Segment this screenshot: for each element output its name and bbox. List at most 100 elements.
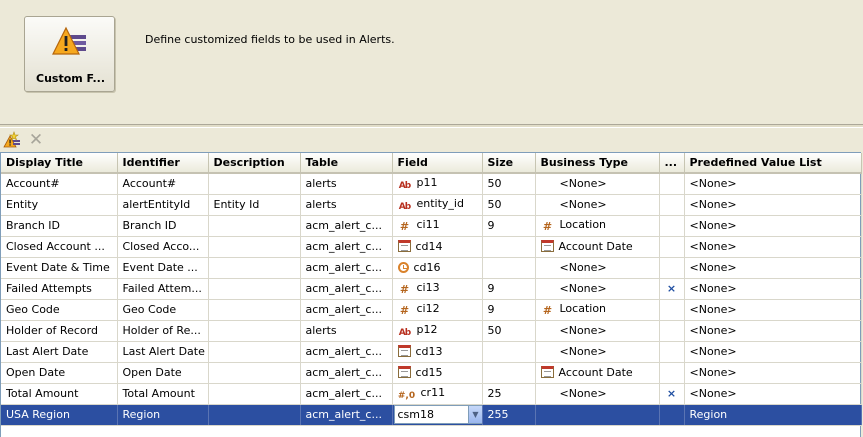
- col-header-description[interactable]: Description: [208, 153, 301, 174]
- cell-description[interactable]: [208, 257, 301, 279]
- cell-field[interactable]: cd14: [392, 236, 483, 258]
- chevron-down-icon[interactable]: ▼: [467, 406, 481, 423]
- cell-predefined-value-list[interactable]: <None>: [684, 278, 862, 300]
- cell-field[interactable]: # ci11: [392, 215, 483, 237]
- cell-business-type[interactable]: <None>: [535, 278, 660, 300]
- cell-display-title[interactable]: Total Amount: [1, 383, 118, 405]
- field-combobox[interactable]: csm18 ▼: [393, 405, 481, 424]
- col-header-size[interactable]: Size: [482, 153, 536, 174]
- cell-business-type[interactable]: <None>: [535, 320, 660, 342]
- cell-display-title[interactable]: Branch ID: [1, 215, 118, 237]
- cell-business-type[interactable]: Account Date: [535, 236, 660, 258]
- cell-size[interactable]: [482, 257, 536, 279]
- cell-size[interactable]: 255: [482, 404, 536, 426]
- cell-display-title[interactable]: Closed Account ...: [1, 236, 118, 258]
- cell-description[interactable]: [208, 173, 301, 195]
- cell-identifier[interactable]: Failed Attem...: [117, 278, 209, 300]
- cell-flag[interactable]: [659, 299, 685, 321]
- table-row[interactable]: Geo Code Geo Code acm_alert_c... # ci12 9 # Loc…: [1, 299, 862, 321]
- cell-business-type[interactable]: [535, 404, 660, 426]
- cell-table[interactable]: acm_alert_c...: [300, 215, 393, 237]
- table-row[interactable]: Open Date Open Date acm_alert_c... cd15 Acco…: [1, 362, 862, 384]
- cell-field[interactable]: Ab p12: [392, 320, 483, 342]
- cell-predefined-value-list[interactable]: <None>: [684, 299, 862, 321]
- cell-table[interactable]: acm_alert_c...: [300, 278, 393, 300]
- table-row[interactable]: Account# Account# alerts Ab p11 50 <None> <None…: [1, 173, 862, 195]
- cell-predefined-value-list[interactable]: <None>: [684, 215, 862, 237]
- table-row[interactable]: Holder of Record Holder of Re... alerts Ab p…: [1, 320, 862, 342]
- cell-flag[interactable]: [659, 257, 685, 279]
- cell-size[interactable]: [482, 236, 536, 258]
- cell-identifier[interactable]: alertEntityId: [117, 194, 209, 216]
- cell-flag[interactable]: [659, 215, 685, 237]
- cell-display-title[interactable]: Failed Attempts: [1, 278, 118, 300]
- add-field-button[interactable]: [3, 131, 21, 149]
- cell-display-title[interactable]: Account#: [1, 173, 118, 195]
- cell-flag[interactable]: [659, 341, 685, 363]
- cell-identifier[interactable]: Event Date ...: [117, 257, 209, 279]
- cell-table[interactable]: alerts: [300, 320, 393, 342]
- cell-display-title[interactable]: Event Date & Time: [1, 257, 118, 279]
- cell-display-title[interactable]: USA Region: [1, 404, 118, 426]
- col-header-field[interactable]: Field: [392, 153, 483, 174]
- delete-button[interactable]: ✕: [27, 131, 45, 149]
- col-header-predefined-value-list[interactable]: Predefined Value List: [684, 153, 862, 174]
- cell-description[interactable]: [208, 299, 301, 321]
- custom-fields-tile[interactable]: Custom F...: [24, 16, 115, 92]
- cell-table[interactable]: acm_alert_c...: [300, 257, 393, 279]
- cell-business-type[interactable]: # Location: [535, 215, 660, 237]
- cell-display-title[interactable]: Holder of Record: [1, 320, 118, 342]
- cell-predefined-value-list[interactable]: <None>: [684, 236, 862, 258]
- cell-field[interactable]: # ci13: [392, 278, 483, 300]
- cell-display-title[interactable]: Last Alert Date: [1, 341, 118, 363]
- cell-identifier[interactable]: Branch ID: [117, 215, 209, 237]
- table-row[interactable]: Total Amount Total Amount acm_alert_c... #,…: [1, 383, 862, 405]
- cell-predefined-value-list[interactable]: <None>: [684, 341, 862, 363]
- cell-identifier[interactable]: Total Amount: [117, 383, 209, 405]
- cell-display-title[interactable]: Geo Code: [1, 299, 118, 321]
- cell-description[interactable]: [208, 215, 301, 237]
- table-row[interactable]: Closed Account ... Closed Acco... acm_aler…: [1, 236, 862, 258]
- cell-flag[interactable]: [659, 236, 685, 258]
- cell-table[interactable]: alerts: [300, 173, 393, 195]
- cell-business-type[interactable]: <None>: [535, 341, 660, 363]
- cell-field[interactable]: Ab p11: [392, 173, 483, 195]
- cell-predefined-value-list[interactable]: <None>: [684, 362, 862, 384]
- cell-table[interactable]: acm_alert_c...: [300, 383, 393, 405]
- col-header-table[interactable]: Table: [300, 153, 393, 174]
- col-header-display-title[interactable]: Display Title: [1, 153, 118, 174]
- cell-predefined-value-list[interactable]: <None>: [684, 257, 862, 279]
- cell-flag[interactable]: [659, 173, 685, 195]
- cell-flag[interactable]: [659, 404, 685, 426]
- cell-field[interactable]: # ci12: [392, 299, 483, 321]
- cell-field[interactable]: csm18 ▼: [392, 404, 483, 426]
- cell-field[interactable]: cd13: [392, 341, 483, 363]
- cell-flag[interactable]: ×: [659, 278, 685, 300]
- cell-display-title[interactable]: Entity: [1, 194, 118, 216]
- cell-field[interactable]: cd16: [392, 257, 483, 279]
- cell-size[interactable]: [482, 341, 536, 363]
- cell-size[interactable]: [482, 362, 536, 384]
- col-header-more[interactable]: ...: [659, 153, 685, 174]
- cell-description[interactable]: [208, 383, 301, 405]
- cell-flag[interactable]: ×: [659, 383, 685, 405]
- cell-display-title[interactable]: Open Date: [1, 362, 118, 384]
- col-header-business-type[interactable]: Business Type: [535, 153, 660, 174]
- cell-table[interactable]: alerts: [300, 194, 393, 216]
- cell-identifier[interactable]: Holder of Re...: [117, 320, 209, 342]
- cell-field[interactable]: #,0 cr11: [392, 383, 483, 405]
- cell-identifier[interactable]: Open Date: [117, 362, 209, 384]
- cell-size[interactable]: 9: [482, 299, 536, 321]
- cell-identifier[interactable]: Closed Acco...: [117, 236, 209, 258]
- cell-size[interactable]: 50: [482, 320, 536, 342]
- table-row[interactable]: USA Region Region acm_alert_c... csm18 ▼ 255 R…: [1, 404, 862, 426]
- cell-table[interactable]: acm_alert_c...: [300, 362, 393, 384]
- table-row[interactable]: Entity alertEntityId Entity Id alerts Ab enti…: [1, 194, 862, 216]
- cell-business-type[interactable]: # Location: [535, 299, 660, 321]
- cell-business-type[interactable]: <None>: [535, 383, 660, 405]
- cell-identifier[interactable]: Geo Code: [117, 299, 209, 321]
- cell-size[interactable]: 9: [482, 215, 536, 237]
- cell-field[interactable]: Ab entity_id: [392, 194, 483, 216]
- cell-predefined-value-list[interactable]: <None>: [684, 173, 862, 195]
- cell-predefined-value-list[interactable]: <None>: [684, 383, 862, 405]
